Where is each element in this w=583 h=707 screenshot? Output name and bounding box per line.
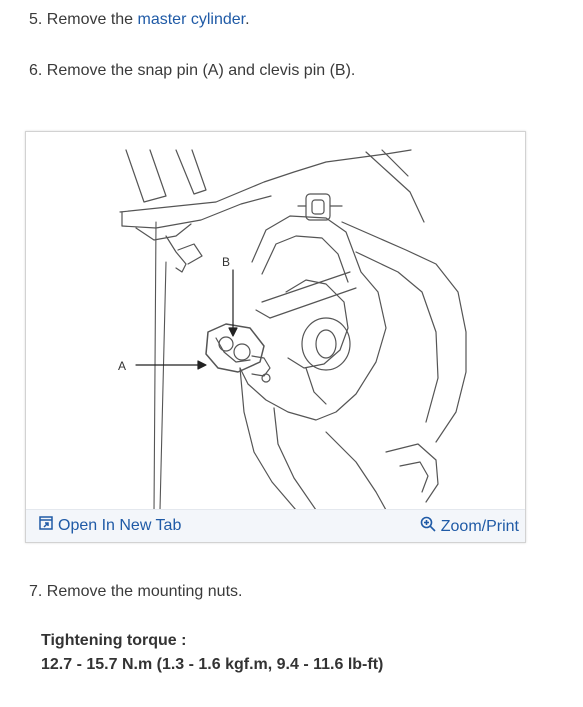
step-5: 5. Remove the master cylinder. xyxy=(29,10,250,30)
torque-title: Tightening torque : xyxy=(41,632,187,649)
step-6: 6. Remove the snap pin (A) and clevis pi… xyxy=(29,62,356,79)
open-new-tab-icon xyxy=(39,516,53,536)
step-7: 7. Remove the mounting nuts. xyxy=(29,583,243,600)
brake-pedal-illustration[interactable]: B A xyxy=(26,132,525,510)
figure-box: B A Open In New Tab Zoom/Print xyxy=(25,131,526,543)
torque-value: 12.7 - 15.7 N.m (1.3 - 1.6 kgf.m, 9.4 - … xyxy=(41,656,384,673)
open-in-new-tab-label: Open In New Tab xyxy=(58,517,182,534)
step-5-prefix: 5. Remove the xyxy=(29,11,138,28)
master-cylinder-link[interactable]: master cylinder xyxy=(138,11,246,28)
label-b: B xyxy=(222,255,230,269)
open-in-new-tab-button[interactable]: Open In New Tab xyxy=(39,516,181,536)
zoom-icon xyxy=(420,516,436,538)
label-a: A xyxy=(118,359,126,373)
zoom-print-button[interactable]: Zoom/Print xyxy=(420,516,519,538)
step-5-suffix: . xyxy=(245,11,250,28)
figure-toolbar: Open In New Tab Zoom/Print xyxy=(26,509,525,542)
zoom-print-label: Zoom/Print xyxy=(440,518,519,535)
